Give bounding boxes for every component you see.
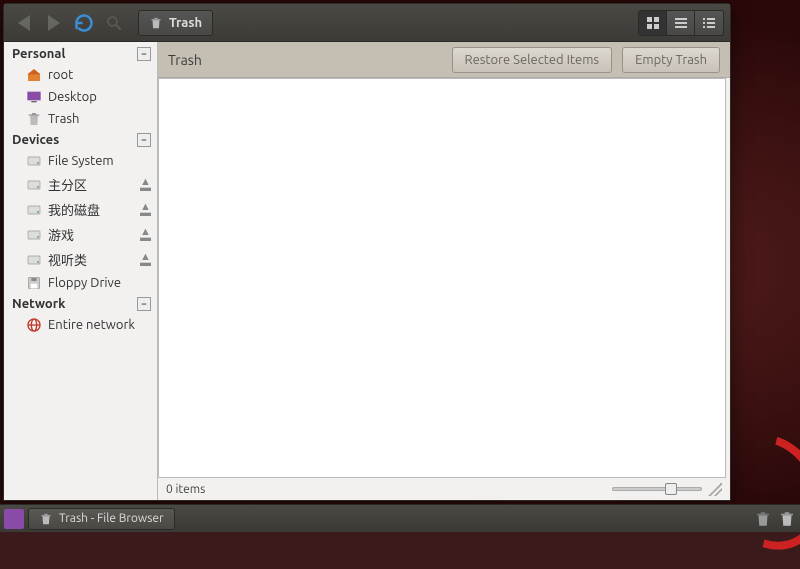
resize-grip[interactable]	[708, 482, 722, 496]
show-desktop-button[interactable]	[4, 509, 24, 529]
sidebar-item[interactable]: root	[4, 64, 157, 86]
taskbar-entry-file-browser[interactable]: Trash - File Browser	[28, 508, 175, 530]
restore-selected-button[interactable]: Restore Selected Items	[452, 47, 613, 73]
location-bar[interactable]: Trash	[138, 10, 213, 36]
sidebar-section-title: Network	[12, 297, 65, 311]
view-switcher	[638, 10, 724, 36]
sidebar-item[interactable]: 游戏 ▲▬	[4, 222, 157, 247]
system-tray	[754, 510, 796, 528]
sidebar-section-header: Devices −	[4, 130, 157, 150]
sidebar-item-label: Entire network	[48, 318, 135, 332]
home-icon	[26, 67, 42, 83]
file-browser-window: Trash Personal − root Desktop Trash Devices − F…	[3, 3, 731, 501]
trash-icon	[39, 512, 53, 526]
eject-button[interactable]: ▲▬	[140, 179, 151, 191]
drive-icon	[26, 227, 42, 243]
main-pane: Trash Restore Selected Items Empty Trash…	[158, 42, 730, 500]
zoom-control	[612, 487, 702, 491]
drive-icon	[26, 153, 42, 169]
sidebar-section-header: Personal −	[4, 44, 157, 64]
list-icon	[674, 16, 688, 30]
sidebar-section-title: Personal	[12, 47, 65, 61]
sidebar-item[interactable]: File System	[4, 150, 157, 172]
sidebar-item-label: root	[48, 68, 73, 82]
list-view-button[interactable]	[667, 11, 695, 35]
collapse-button[interactable]: −	[137, 47, 151, 61]
sidebar-item-label: Trash	[48, 112, 79, 126]
sidebar-item-label: 主分区	[48, 175, 87, 194]
status-text: 0 items	[166, 483, 205, 496]
collapse-button[interactable]: −	[137, 133, 151, 147]
collapse-button[interactable]: −	[137, 297, 151, 311]
sidebar-item[interactable]: Desktop	[4, 86, 157, 108]
drive-icon	[26, 202, 42, 218]
reload-button[interactable]	[70, 9, 98, 37]
sidebar-item-label: Desktop	[48, 90, 97, 104]
back-button[interactable]	[10, 9, 38, 37]
trash-icon	[149, 16, 163, 30]
forward-arrow-icon	[48, 15, 60, 31]
location-text: Trash	[169, 16, 202, 30]
drive-icon	[26, 177, 42, 193]
sidebar-item[interactable]: 视听类 ▲▬	[4, 247, 157, 272]
search-icon	[105, 14, 123, 32]
reload-icon	[74, 13, 94, 33]
grid-icon	[646, 16, 660, 30]
forward-button[interactable]	[40, 9, 68, 37]
sidebar-item[interactable]: Floppy Drive	[4, 272, 157, 294]
sidebar-item[interactable]: Entire network	[4, 314, 157, 336]
sidebar-section-header: Network −	[4, 294, 157, 314]
status-bar: 0 items	[158, 478, 730, 500]
trash-icon	[26, 111, 42, 127]
compact-list-icon	[702, 16, 716, 30]
drive-icon	[26, 252, 42, 268]
desktop-icon	[26, 89, 42, 105]
search-button[interactable]	[100, 9, 128, 37]
sidebar-item-label: 我的磁盘	[48, 200, 100, 219]
back-arrow-icon	[18, 15, 30, 31]
sidebar-item-label: 游戏	[48, 225, 74, 244]
sidebar-item-label: 视听类	[48, 250, 87, 269]
taskbar: Trash - File Browser	[0, 504, 800, 532]
sidebar-item[interactable]: Trash	[4, 108, 157, 130]
tray-trash-icon-2[interactable]	[778, 510, 796, 528]
sidebar-item[interactable]: 我的磁盘 ▲▬	[4, 197, 157, 222]
sidebar-section-title: Devices	[12, 133, 59, 147]
icon-view-button[interactable]	[639, 11, 667, 35]
tray-trash-icon[interactable]	[754, 510, 772, 528]
network-icon	[26, 317, 42, 333]
content-header: Trash Restore Selected Items Empty Trash	[158, 42, 730, 78]
sidebar-item[interactable]: 主分区 ▲▬	[4, 172, 157, 197]
taskbar-entry-label: Trash - File Browser	[59, 512, 164, 525]
zoom-handle[interactable]	[665, 483, 677, 495]
sidebar-item-label: Floppy Drive	[48, 276, 121, 290]
eject-button[interactable]: ▲▬	[140, 254, 151, 266]
empty-trash-button[interactable]: Empty Trash	[622, 47, 720, 73]
sidebar-item-label: File System	[48, 154, 114, 168]
window-body: Personal − root Desktop Trash Devices − File Sy…	[4, 42, 730, 500]
eject-button[interactable]: ▲▬	[140, 204, 151, 216]
eject-button[interactable]: ▲▬	[140, 229, 151, 241]
sidebar: Personal − root Desktop Trash Devices − File Sy…	[4, 42, 158, 500]
breadcrumb: Trash	[168, 52, 202, 68]
compact-view-button[interactable]	[695, 11, 723, 35]
content-area[interactable]	[158, 78, 726, 478]
floppy-icon	[26, 275, 42, 291]
toolbar: Trash	[4, 4, 730, 42]
zoom-slider[interactable]	[612, 487, 702, 491]
